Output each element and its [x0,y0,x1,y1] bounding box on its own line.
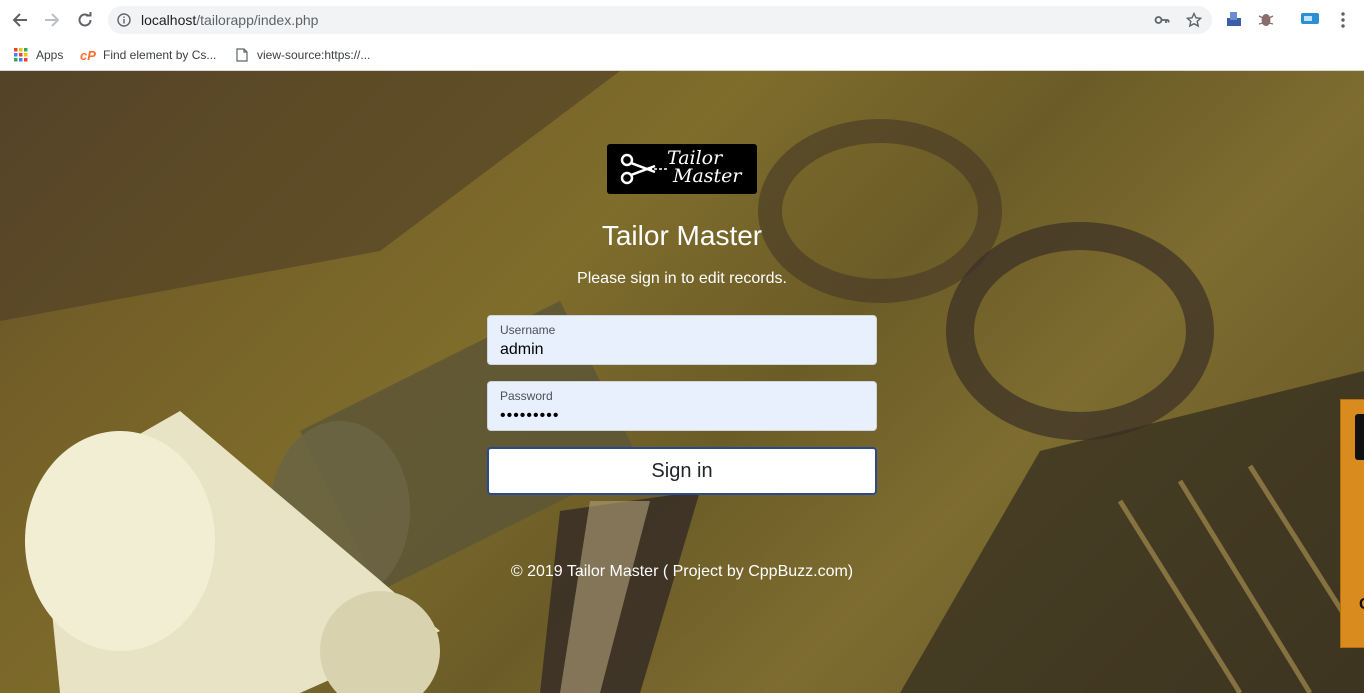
logo-text: Tailor Master [667,147,742,187]
username-field[interactable]: Username [487,315,877,365]
reload-button[interactable] [74,9,96,31]
arrow-right-icon [45,13,60,27]
page-title: Tailor Master [601,220,763,251]
bookmark-label: Find element by Cs... [103,48,217,62]
scissors-icon [620,153,667,185]
footer-copyright: © 2019 Tailor Master ( Project by CppBuz… [510,563,854,580]
page-subtitle: Please sign in to edit records. [577,270,787,287]
password-label: Password [500,389,553,403]
arrow-left-icon [12,13,27,27]
login-page: Tailor Master Tailor Master Please sign … [0,71,1364,693]
info-icon[interactable] [117,13,131,27]
side-chat-widget[interactable]: C [1340,399,1364,648]
apps-grid-icon [13,47,29,63]
page-icon [234,47,250,63]
extension-3-icon[interactable] [1300,10,1320,28]
bookmarks-bar: Apps cP Find element by Cs... view-sourc… [0,40,1364,71]
password-field[interactable]: Password ••••••••• [487,381,877,431]
forward-button[interactable] [41,9,63,31]
address-bar[interactable]: localhost/tailorapp/index.php [108,6,1212,34]
username-label: Username [500,323,556,337]
bookmark-label: Apps [36,48,64,62]
extension-bug-icon[interactable] [1257,10,1275,28]
bookmark-apps[interactable]: Apps [13,45,63,65]
widget-text: C [1359,596,1364,614]
back-button[interactable] [9,9,31,31]
sign-in-button[interactable]: Sign in [487,447,877,495]
star-icon[interactable] [1186,12,1202,28]
bookmark-view-source[interactable]: view-source:https://... [234,45,370,65]
bookmark-label: view-source:https://... [257,48,371,62]
more-menu-icon[interactable] [1336,11,1350,29]
cpanel-icon: cP [80,47,96,63]
username-input[interactable] [500,341,860,359]
browser-toolbar: localhost/tailorapp/index.php [0,0,1364,40]
key-icon[interactable] [1154,12,1170,28]
reload-icon [78,12,92,27]
bookmark-find-element[interactable]: cP Find element by Cs... [80,45,216,65]
url-text: localhost/tailorapp/index.php [141,12,319,28]
extension-1-icon[interactable] [1225,10,1243,28]
password-input[interactable]: ••••••••• [500,407,860,425]
tailor-master-logo: Tailor Master [607,144,757,194]
widget-tab [1355,414,1364,460]
